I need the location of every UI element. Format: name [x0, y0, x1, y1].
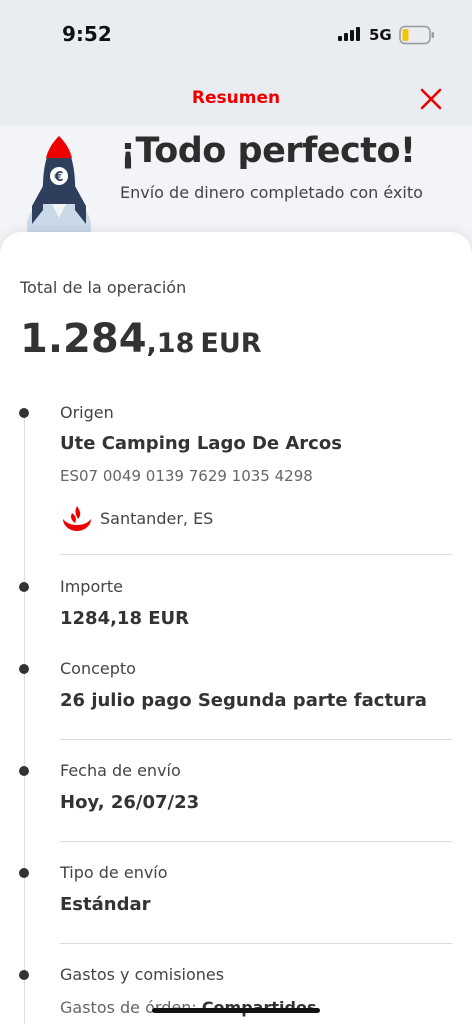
- transfer-type-value: Estándar: [60, 894, 151, 915]
- home-indicator[interactable]: [152, 1008, 320, 1013]
- operation-details-card: Total de la operación 1.284,18 EUR Origen…: [0, 232, 472, 1024]
- success-title: ¡Todo perfecto!: [120, 131, 416, 171]
- origin-bank: Santander, ES: [100, 509, 214, 528]
- svg-text:€: €: [53, 170, 63, 185]
- rocket-icon: €: [27, 136, 91, 246]
- total-amount: 1.284,18 EUR: [20, 316, 262, 362]
- total-amount-currency: EUR: [200, 328, 262, 359]
- success-subtitle: Envío de dinero completado con éxito: [120, 183, 423, 202]
- date-label: Fecha de envío: [60, 761, 181, 780]
- total-label: Total de la operación: [20, 278, 187, 297]
- timeline-bullet: [19, 664, 29, 674]
- date-value: Hoy, 26/07/23: [60, 792, 200, 813]
- timeline-bullet: [19, 408, 29, 418]
- status-time: 9:52: [62, 22, 112, 46]
- total-amount-integer: 1.284: [20, 316, 147, 362]
- origin-iban: ES07 0049 0139 7629 1035 4298: [60, 467, 313, 485]
- network-type: 5G: [369, 26, 392, 44]
- timeline-bullet: [19, 766, 29, 776]
- origin-label: Origen: [60, 403, 114, 422]
- timeline-bullet: [19, 868, 29, 878]
- page-title: Resumen: [191, 88, 281, 108]
- amount-label: Importe: [60, 577, 123, 596]
- divider: [60, 841, 452, 842]
- transfer-summary-screen: 9:52 5G Resumen € ¡Todo perfecto! Envío …: [0, 0, 472, 1024]
- success-hero: € ¡Todo perfecto! Envío de dinero comple…: [0, 126, 472, 246]
- timeline-bullet: [19, 582, 29, 592]
- total-amount-decimals: ,18: [146, 328, 195, 359]
- divider: [60, 739, 452, 740]
- close-icon[interactable]: [419, 87, 443, 111]
- status-bar: 9:52 5G: [0, 0, 472, 70]
- battery-icon: [399, 25, 434, 45]
- divider: [60, 943, 452, 944]
- divider: [60, 554, 452, 555]
- santander-logo-icon: [63, 506, 91, 531]
- origin-name: Ute Camping Lago De Arcos: [60, 433, 342, 454]
- concept-value: 26 julio pago Segunda parte factura: [60, 690, 427, 711]
- transfer-type-label: Tipo de envío: [60, 863, 168, 882]
- amount-value: 1284,18 EUR: [60, 608, 190, 629]
- timeline-line: [24, 408, 25, 1024]
- timeline-bullet: [19, 970, 29, 980]
- signal-icon: [338, 27, 360, 41]
- fees-label: Gastos y comisiones: [60, 965, 225, 984]
- concept-label: Concepto: [60, 659, 136, 678]
